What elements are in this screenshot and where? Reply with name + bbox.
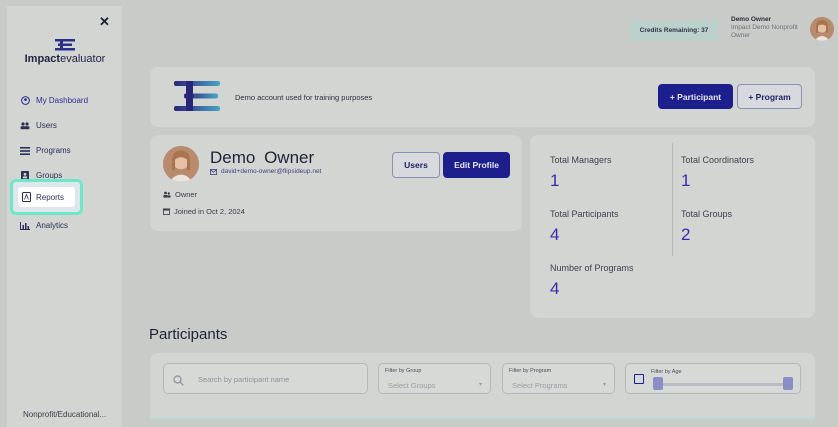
- age-slider-max-handle[interactable]: [783, 377, 793, 390]
- stat-total-coordinators: Total Coordinators 1: [681, 155, 755, 190]
- chevron-down-icon: ▾: [602, 382, 606, 388]
- filter-by-program-select[interactable]: Filter by Program Select Programs ▾: [502, 363, 615, 394]
- filter-by-group-select[interactable]: Filter by Group Select Groups ▾: [378, 363, 491, 394]
- logo-mark-icon: [174, 81, 220, 111]
- stat-number-of-programs: Number of Programs 4: [550, 263, 634, 298]
- profile-role: Owner: [163, 190, 197, 199]
- edit-profile-button[interactable]: Edit Profile: [443, 152, 510, 178]
- pdf-file-icon: [22, 192, 31, 202]
- avatar: [163, 146, 199, 182]
- demo-banner: Demo account used for training purposes …: [150, 67, 815, 127]
- sidebar-item-label: My Dashboard: [36, 96, 89, 105]
- search-input[interactable]: Search by participant name: [163, 363, 368, 394]
- age-slider-min-handle[interactable]: [653, 377, 663, 390]
- logo-text: Impactevaluator: [24, 53, 106, 65]
- sidebar-item-my-dashboard[interactable]: My Dashboard: [13, 88, 117, 113]
- participants-title: Participants: [149, 326, 228, 343]
- sidebar-item-reports[interactable]: Reports: [18, 187, 75, 207]
- sidebar-nav: My Dashboard Users Programs Groups Analy…: [13, 88, 117, 238]
- filter-by-age: Filter by Age: [625, 363, 801, 394]
- sidebar-item-label: Users: [36, 121, 57, 130]
- org-type-label[interactable]: Nonprofit/Educational...: [23, 410, 106, 419]
- stat-total-managers: Total Managers 1: [550, 155, 612, 190]
- sidebar: ✕ Impactevaluator My Dashboard Users Pro…: [7, 6, 122, 427]
- search-icon: [173, 373, 184, 391]
- profile-name: Demo Owner: [210, 148, 315, 167]
- sidebar-item-users[interactable]: Users: [13, 113, 117, 138]
- user-org: Impact Demo Nonprofit: [731, 24, 798, 31]
- bar-chart-icon: [20, 221, 30, 231]
- users-icon: [163, 191, 171, 198]
- user-name: Demo Owner: [731, 16, 772, 23]
- sidebar-item-reports-highlight: Reports: [10, 179, 83, 215]
- divider: [150, 418, 815, 420]
- banner-text: Demo account used for training purposes: [235, 93, 373, 102]
- add-participant-button[interactable]: + Participant: [658, 84, 733, 109]
- avatar[interactable]: [810, 17, 834, 41]
- app-logo[interactable]: Impactevaluator: [23, 39, 107, 65]
- calendar-icon: [163, 208, 170, 215]
- users-button[interactable]: Users: [392, 152, 440, 178]
- profile-email: david+demo-owner@flipsideup.net: [210, 168, 321, 175]
- participants-filters: Search by participant name Filter by Gro…: [150, 353, 815, 419]
- profile-joined: Joined in Oct 2, 2024: [163, 207, 245, 216]
- list-icon: [20, 146, 30, 156]
- chevron-down-icon: ▾: [478, 382, 482, 388]
- sidebar-item-programs[interactable]: Programs: [13, 138, 117, 163]
- mail-icon: [210, 168, 217, 175]
- profile-card: Demo Owner david+demo-owner@flipsideup.n…: [150, 135, 522, 231]
- age-filter-checkbox[interactable]: [634, 374, 644, 384]
- sidebar-item-label: Programs: [36, 146, 71, 155]
- stats-divider: [672, 143, 673, 256]
- users-icon: [20, 121, 30, 131]
- stat-total-participants: Total Participants 4: [550, 209, 619, 244]
- stat-total-groups: Total Groups 2: [681, 209, 733, 244]
- age-slider-track[interactable]: [657, 383, 790, 386]
- search-placeholder: Search by participant name: [198, 375, 290, 384]
- user-info[interactable]: Demo Owner Impact Demo Nonprofit Owner: [731, 16, 798, 40]
- sidebar-item-analytics[interactable]: Analytics: [13, 213, 117, 238]
- stats-card: Total Managers 1 Total Coordinators 1 To…: [530, 135, 815, 318]
- logo-mark-icon: [55, 39, 75, 51]
- credits-badge: Credits Remaining: 37: [630, 20, 718, 41]
- user-role: Owner: [731, 32, 751, 39]
- sidebar-item-label: Reports: [36, 192, 65, 202]
- sidebar-item-label: Analytics: [36, 221, 69, 230]
- add-program-button[interactable]: + Program: [737, 84, 802, 109]
- user-circle-icon: [20, 96, 30, 106]
- close-icon[interactable]: ✕: [99, 14, 110, 30]
